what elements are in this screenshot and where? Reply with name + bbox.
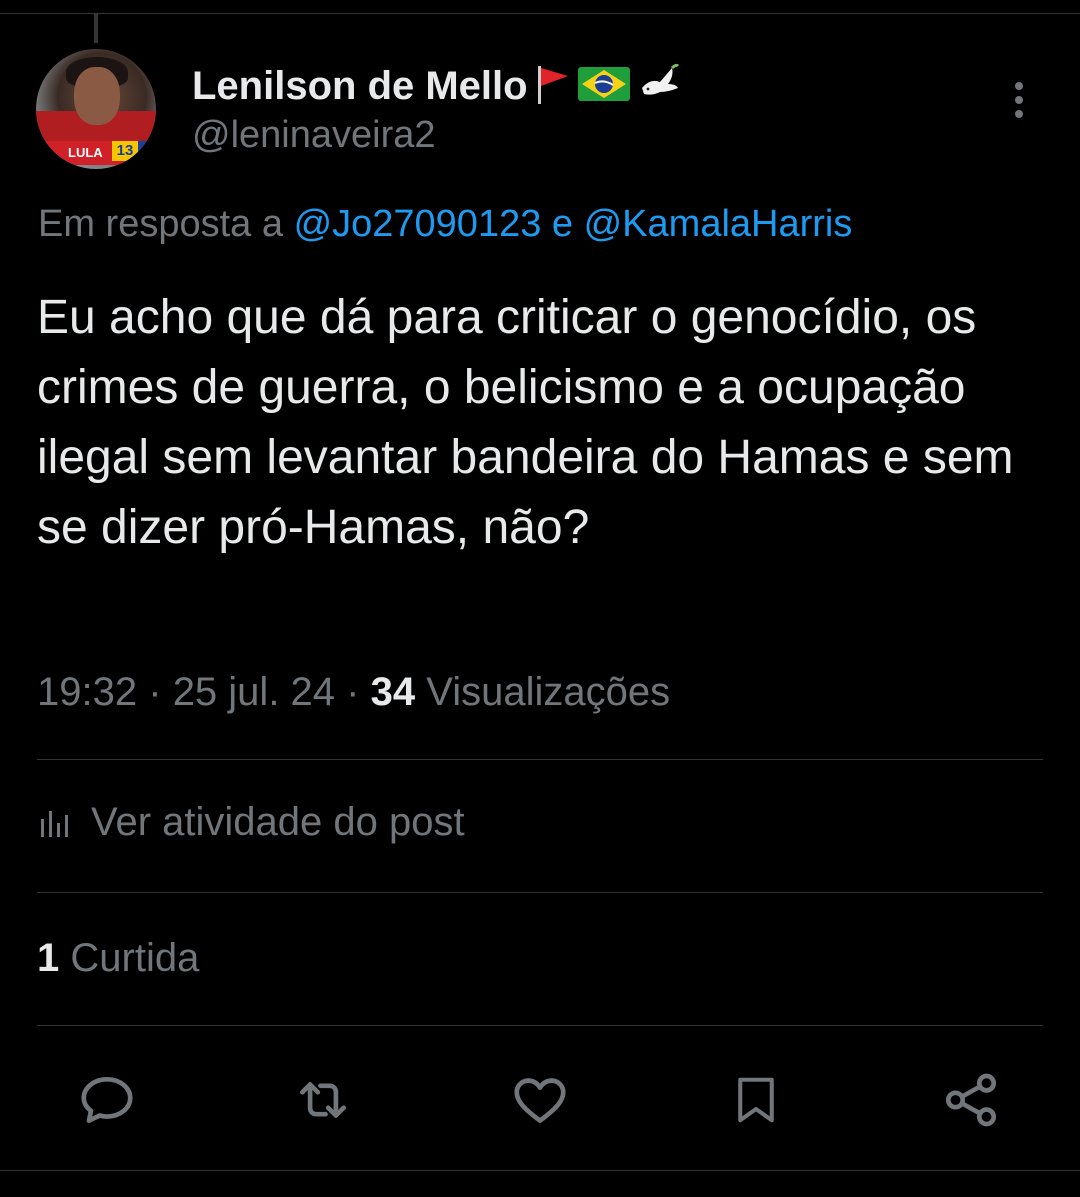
bookmark-button[interactable] <box>721 1065 791 1135</box>
divider <box>37 759 1043 760</box>
tweet-date[interactable]: 25 jul. 24 <box>173 670 335 714</box>
tweet-meta: 19:32 · 25 jul. 24 · 34 Visualizações <box>37 670 670 715</box>
bottom-divider <box>0 1170 1080 1171</box>
divider <box>37 1025 1043 1026</box>
views-count: 34 <box>370 670 416 714</box>
reply-connector: e <box>551 203 574 245</box>
meta-separator: · <box>148 670 162 714</box>
views-label: Visualizações <box>426 670 671 714</box>
share-button[interactable] <box>936 1065 1006 1135</box>
likes-count: 1 <box>37 936 60 980</box>
avatar-badge-number: 13 <box>112 141 138 161</box>
retweet-button[interactable] <box>288 1065 358 1135</box>
reply-context: Em resposta a @Jo27090123 e @KamalaHarri… <box>38 203 852 246</box>
more-options-button[interactable] <box>1001 78 1037 122</box>
red-flag-icon <box>534 62 572 111</box>
reply-icon <box>81 1077 133 1123</box>
like-button[interactable] <box>505 1065 575 1135</box>
tweet-time[interactable]: 19:32 <box>37 670 137 714</box>
avatar-badge: LULA 13 <box>44 141 154 165</box>
share-icon <box>945 1073 997 1127</box>
bookmark-icon <box>738 1077 774 1123</box>
bar-chart-icon <box>41 810 68 837</box>
dove-icon <box>636 62 680 111</box>
tweet-text: Eu acho que dá para criticar o genocídio… <box>37 291 1014 554</box>
meta-separator: · <box>346 670 360 714</box>
more-vertical-icon <box>1015 82 1023 90</box>
reply-button[interactable] <box>72 1065 142 1135</box>
reply-mention-1[interactable]: @Jo27090123 <box>294 203 542 245</box>
thread-connector-line <box>94 13 98 43</box>
author-name-row[interactable]: Lenilson de Mello <box>192 58 680 114</box>
likes-label: Curtida <box>70 936 200 980</box>
avatar-badge-text: LULA <box>68 145 103 160</box>
author-handle[interactable]: @leninaveira2 <box>192 114 436 157</box>
avatar[interactable]: LULA 13 <box>36 49 156 169</box>
retweet-icon <box>300 1082 346 1118</box>
tweet-actions-bar <box>0 1065 1080 1135</box>
reply-prefix: Em resposta a <box>38 203 283 245</box>
likes-stat[interactable]: 1 Curtida <box>37 936 199 981</box>
heart-icon <box>514 1078 566 1123</box>
reply-mention-2[interactable]: @KamalaHarris <box>584 203 853 245</box>
divider <box>37 892 1043 893</box>
top-divider <box>0 13 1080 14</box>
post-activity-label: Ver atividade do post <box>91 800 465 844</box>
brazil-flag-icon <box>577 65 630 108</box>
post-activity-link[interactable]: Ver atividade do post <box>37 800 465 845</box>
author-name[interactable]: Lenilson de Mello <box>192 64 528 109</box>
